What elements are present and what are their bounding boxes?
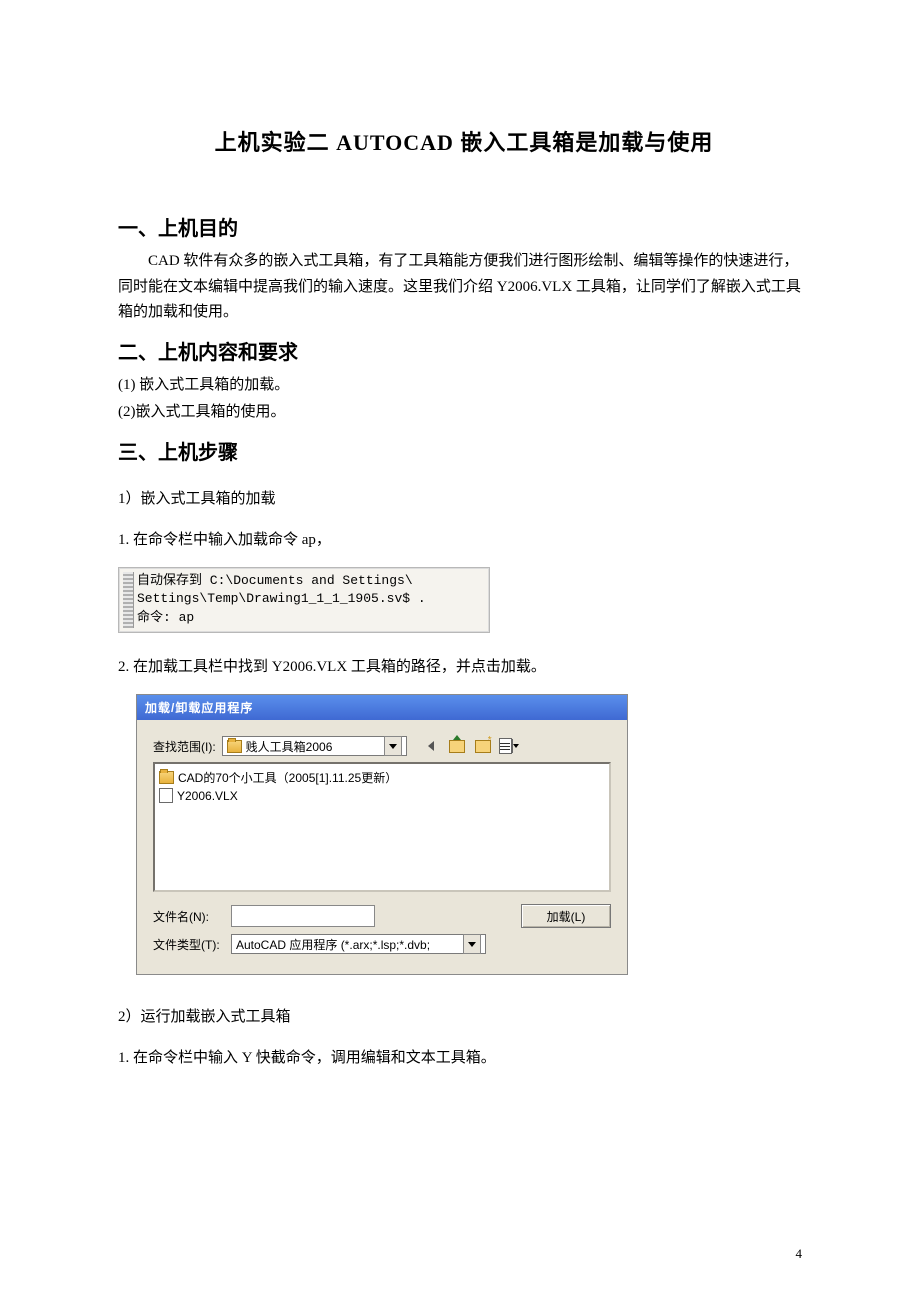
up-folder-icon [449,740,465,753]
command-line-screenshot: 自动保存到 C:\Documents and Settings\ Setting… [118,567,490,634]
cmd-line-2: Settings\Temp\Drawing1_1_1_1905.sv$ . [137,590,485,609]
document-title: 上机实验二 AUTOCAD 嵌入工具箱是加载与使用 [118,125,810,157]
folder-nav-icons [421,737,519,755]
dialog-titlebar: 加载/卸载应用程序 [137,695,627,720]
section-1-paragraph: CAD 软件有众多的嵌入式工具箱，有了工具箱能方便我们进行图形绘制、编辑等操作的… [118,249,810,326]
section-3-heading: 三、上机步骤 [118,436,810,465]
views-icon [499,738,512,754]
load-button[interactable]: 加载(L) [521,904,611,928]
arrow-left-icon [428,741,434,751]
cmd-line-3: 命令: ap [137,609,485,628]
folder-icon [227,740,242,753]
folder-icon [159,771,174,784]
new-folder-button[interactable] [473,737,493,755]
section-2-heading: 二、上机内容和要求 [118,336,810,365]
filename-row: 文件名(N): 加载(L) [153,904,611,928]
load-unload-dialog: 加载/卸载应用程序 查找范围(I): 贱人工具箱2006 [136,694,628,975]
page-number: 4 [796,1246,803,1262]
lookin-combo[interactable]: 贱人工具箱2006 [222,736,407,756]
file-list[interactable]: CAD的70个小工具（2005[1].11.25更新） Y2006.VLX [153,762,611,892]
chevron-down-icon [389,744,397,749]
lookin-row: 查找范围(I): 贱人工具箱2006 [153,736,611,756]
views-dropdown[interactable] [512,739,519,753]
lookin-selection: 贱人工具箱2006 [227,738,380,755]
filetype-row: 文件类型(T): AutoCAD 应用程序 (*.arx;*.lsp;*.dvb… [153,934,611,954]
back-button[interactable] [421,737,441,755]
filetype-combo[interactable]: AutoCAD 应用程序 (*.arx;*.lsp;*.dvb; [231,934,486,954]
file-list-item[interactable]: Y2006.VLX [159,787,605,804]
section-2-item-2: (2)嵌入式工具箱的使用。 [118,400,810,426]
filename-input[interactable] [231,905,375,927]
new-folder-icon [475,740,491,753]
lookin-dropdown-button[interactable] [384,736,402,756]
filename-label: 文件名(N): [153,908,225,925]
section-1-heading: 一、上机目的 [118,212,810,241]
file-item-1-label: CAD的70个小工具（2005[1].11.25更新） [178,769,397,786]
chevron-down-icon [468,942,476,947]
dialog-body: 查找范围(I): 贱人工具箱2006 [137,720,627,974]
views-button[interactable] [499,737,519,755]
step-1-2: 2. 在加载工具栏中找到 Y2006.VLX 工具箱的路径，并点击加载。 [118,655,810,676]
step-2-1: 1. 在命令栏中输入 Y 快截命令，调用编辑和文本工具箱。 [118,1046,810,1067]
section-2-item-1: (1) 嵌入式工具箱的加载。 [118,373,810,399]
file-item-2-label: Y2006.VLX [177,789,238,803]
chevron-down-icon [513,744,519,748]
document-page: 上机实验二 AUTOCAD 嵌入工具箱是加载与使用 一、上机目的 CAD 软件有… [0,0,920,1302]
cmd-line-1: 自动保存到 C:\Documents and Settings\ [137,572,485,591]
up-one-level-button[interactable] [447,737,467,755]
file-list-item[interactable]: CAD的70个小工具（2005[1].11.25更新） [159,768,605,787]
filetype-dropdown-button[interactable] [463,934,481,954]
lookin-value: 贱人工具箱2006 [246,738,333,755]
step-1-1: 1. 在命令栏中输入加载命令 ap， [118,528,810,549]
file-icon [159,788,173,803]
filetype-label: 文件类型(T): [153,936,225,953]
filetype-value: AutoCAD 应用程序 (*.arx;*.lsp;*.dvb; [236,936,459,953]
lookin-label: 查找范围(I): [153,738,216,755]
step-1-title: 1）嵌入式工具箱的加载 [118,487,810,508]
step-2-title: 2）运行加载嵌入式工具箱 [118,1005,810,1026]
